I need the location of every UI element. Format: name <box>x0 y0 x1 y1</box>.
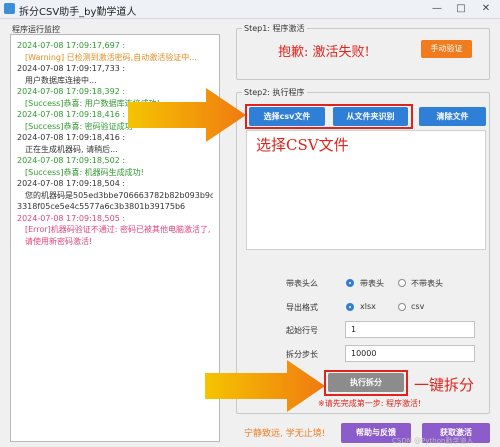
step1-title: Step1: 程序激活 <box>242 23 307 34</box>
format-csv-label: csv <box>411 302 425 311</box>
log-line: [Success]恭喜: 机器码生成成功! <box>25 167 144 177</box>
start-row-input[interactable]: 1 <box>345 321 475 338</box>
activation-tip: ※请先完成第一步: 程序激活! <box>318 399 422 408</box>
activation-status: 抱歉: 激活失败! <box>278 45 370 60</box>
log-line: 3318f05ce5e4c5577a6c3b3801b39175b6 <box>17 202 186 211</box>
format-xlsx-label: xlsx <box>360 302 376 311</box>
log-line: 2024-07-08 17:09:17,733 : <box>17 64 126 73</box>
format-label: 导出格式 <box>286 303 318 312</box>
close-button[interactable]: ✕ <box>477 2 495 16</box>
format-csv-radio[interactable] <box>398 303 406 311</box>
header-no-radio[interactable] <box>398 279 406 287</box>
log-line: 2024-07-08 17:09:17,697 : <box>17 41 126 50</box>
header-no-label: 不带表头 <box>411 279 443 288</box>
start-row-label: 起始行号 <box>286 326 318 335</box>
arrow-to-execute-icon <box>205 360 325 412</box>
minimize-button[interactable]: — <box>428 2 446 16</box>
log-line: [Error]机器码验证不通过: 密码已被其他电脑激活了, <box>25 225 211 234</box>
window-title: 拆分CSV助手_by勤学道人 <box>19 7 137 18</box>
log-line: 2024-07-08 17:09:18,502 : <box>17 156 126 165</box>
header-yes-label: 带表头 <box>360 279 384 288</box>
arrow-to-select-icon <box>128 88 246 142</box>
step2-title: Step2: 执行程序 <box>242 87 307 98</box>
footer-slogan: 宁静致远, 学无止境! <box>244 429 326 439</box>
log-line: 您的机器码是505ed3bbe706663782b82b093b9d4f <box>25 190 213 200</box>
log-line: 请使用新密码激活! <box>25 236 93 246</box>
split-step-label: 拆分步长 <box>286 350 318 359</box>
execute-split-button[interactable]: 执行拆分 <box>328 373 404 392</box>
header-yes-radio[interactable] <box>346 279 354 287</box>
split-step-input[interactable]: 10000 <box>345 345 475 362</box>
from-folder-button[interactable]: 从文件夹识别 <box>333 107 408 126</box>
maximize-button[interactable]: □ <box>452 2 470 16</box>
header-label: 带表头么 <box>286 279 318 288</box>
clear-files-button[interactable]: 清除文件 <box>419 107 486 126</box>
log-line: [Warning] 已检测到激活密码,自动激活验证中... <box>25 52 197 62</box>
log-line: 用户数据库连接中... <box>25 75 97 85</box>
log-line: 2024-07-08 17:09:18,504 : <box>17 179 126 188</box>
watermark: CSDN @Python勤学道人 <box>392 437 474 445</box>
execute-annotation: 一键拆分 <box>414 376 475 394</box>
select-csv-annotation: 选择CSV文件 <box>256 136 349 154</box>
title-bar: 拆分CSV助手_by勤学道人 — □ ✕ <box>0 0 500 19</box>
format-xlsx-radio[interactable] <box>346 303 354 311</box>
log-line: 2024-07-08 17:09:18,505 : <box>17 213 126 223</box>
manual-verify-button[interactable]: 手动验证 <box>421 40 472 58</box>
log-line: 正在生成机器码, 请稍后... <box>25 144 118 154</box>
app-icon <box>4 3 15 14</box>
select-csv-button[interactable]: 选择csv文件 <box>249 107 325 126</box>
